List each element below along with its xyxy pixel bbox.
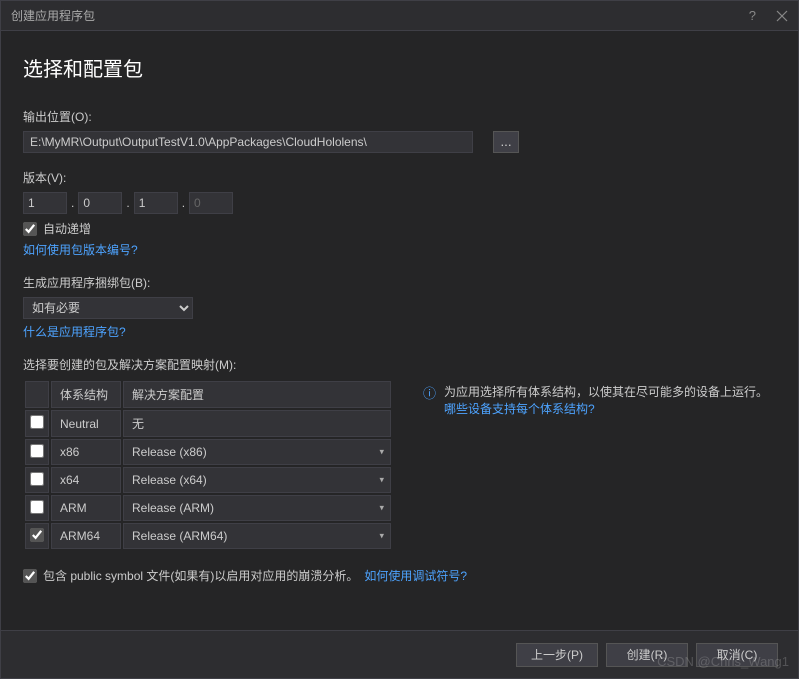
- arch-name: x64: [51, 467, 121, 493]
- titlebar-title: 创建应用程序包: [11, 7, 95, 24]
- config-header: 解决方案配置: [123, 381, 391, 408]
- browse-button[interactable]: ...: [493, 131, 519, 153]
- config-cell[interactable]: Release (x64)▾: [123, 467, 391, 493]
- chevron-down-icon[interactable]: ▾: [379, 531, 384, 542]
- symbols-help-link[interactable]: 如何使用调试符号?: [364, 567, 467, 584]
- cancel-button[interactable]: 取消(C): [696, 643, 778, 667]
- info-text: 为应用选择所有体系结构，以使其在尽可能多的设备上运行。: [444, 385, 768, 399]
- config-cell: 无: [123, 410, 391, 437]
- help-icon[interactable]: ?: [749, 8, 756, 23]
- version-help-link[interactable]: 如何使用包版本编号?: [23, 243, 138, 257]
- arch-checkbox-arm[interactable]: [30, 500, 44, 514]
- version-major-input[interactable]: [23, 192, 67, 214]
- table-row: x86Release (x86)▾: [25, 439, 391, 465]
- arch-name: ARM64: [51, 523, 121, 549]
- config-cell[interactable]: Release (x86)▾: [123, 439, 391, 465]
- table-row: Neutral无: [25, 410, 391, 437]
- output-location-input[interactable]: [23, 131, 473, 153]
- chevron-down-icon[interactable]: ▾: [379, 503, 384, 514]
- bundle-help-link[interactable]: 什么是应用程序包?: [23, 325, 126, 339]
- include-symbols-checkbox[interactable]: [23, 569, 37, 583]
- auto-increment-label: 自动递增: [43, 220, 91, 237]
- version-label: 版本(V):: [23, 169, 776, 186]
- version-revision-input: [189, 192, 233, 214]
- version-minor-input[interactable]: [78, 192, 122, 214]
- include-symbols-label: 包含 public symbol 文件(如果有)以启用对应用的崩溃分析。: [43, 567, 358, 584]
- auto-increment-checkbox[interactable]: [23, 222, 37, 236]
- mapping-label: 选择要创建的包及解决方案配置映射(M):: [23, 356, 776, 373]
- arch-checkbox-arm64[interactable]: [30, 528, 44, 542]
- architecture-table: 体系结构 解决方案配置 Neutral无x86Release (x86)▾x64…: [23, 379, 393, 551]
- arch-header: 体系结构: [51, 381, 121, 408]
- bundle-label: 生成应用程序捆绑包(B):: [23, 274, 776, 291]
- table-row: ARM64Release (ARM64)▾: [25, 523, 391, 549]
- page-title: 选择和配置包: [23, 53, 776, 82]
- config-cell[interactable]: Release (ARM)▾: [123, 495, 391, 521]
- close-icon[interactable]: [776, 10, 788, 22]
- arch-checkbox-x64[interactable]: [30, 472, 44, 486]
- chevron-down-icon[interactable]: ▾: [379, 447, 384, 458]
- arch-name: ARM: [51, 495, 121, 521]
- select-all-header[interactable]: [25, 381, 49, 408]
- create-button[interactable]: 创建(R): [606, 643, 688, 667]
- chevron-down-icon[interactable]: ▾: [379, 475, 384, 486]
- titlebar: 创建应用程序包 ?: [1, 1, 798, 31]
- config-cell[interactable]: Release (ARM64)▾: [123, 523, 391, 549]
- info-icon: ⓘ: [423, 383, 436, 417]
- arch-support-link[interactable]: 哪些设备支持每个体系结构?: [444, 402, 595, 416]
- arch-name: x86: [51, 439, 121, 465]
- version-build-input[interactable]: [134, 192, 178, 214]
- arch-name: Neutral: [51, 410, 121, 437]
- bundle-select[interactable]: 如有必要: [23, 297, 193, 319]
- arch-checkbox-x86[interactable]: [30, 444, 44, 458]
- table-row: ARMRelease (ARM)▾: [25, 495, 391, 521]
- previous-button[interactable]: 上一步(P): [516, 643, 598, 667]
- arch-checkbox-neutral[interactable]: [30, 415, 44, 429]
- output-location-label: 输出位置(O):: [23, 108, 776, 125]
- table-row: x64Release (x64)▾: [25, 467, 391, 493]
